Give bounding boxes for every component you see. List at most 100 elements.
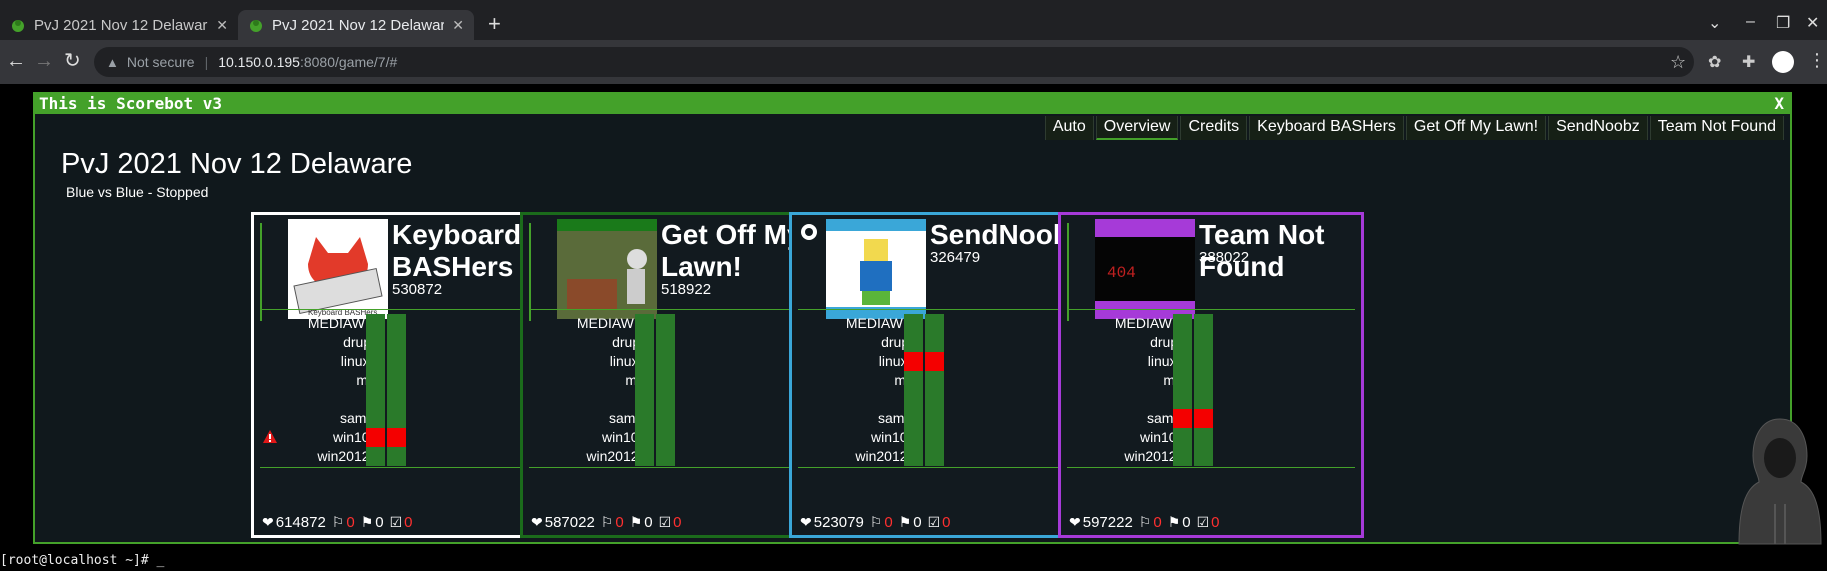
tab-search-icon[interactable]: ⌄: [1708, 13, 1721, 33]
team-stats-footer: ❤ 587022 ⚐ 0 ⚑ 0 ☑ 0: [529, 514, 682, 531]
service-status-indicator: [1194, 447, 1213, 466]
nav-tab-auto[interactable]: Auto: [1044, 116, 1094, 140]
team-accent-bar: [1067, 223, 1069, 321]
service-row-win2012r2[interactable]: win2012r2: [792, 445, 1092, 467]
minimize-icon[interactable]: –: [1746, 13, 1755, 31]
service-row-win2012r2[interactable]: win2012r2: [254, 445, 554, 467]
team-card-sendnoobz[interactable]: SendNoobz326479MEDIAWIKIdrupallinux-1mai…: [789, 212, 1095, 538]
ticket-check-icon: ☑: [927, 514, 941, 530]
checkered-flag-icon: ⚑: [629, 514, 643, 530]
team-divider: [798, 467, 1086, 468]
team-card-team-not-found[interactable]: 404 Team Not Found 388022 MEDIAWIKI drupal li…: [1058, 212, 1364, 538]
team-score: 326479: [930, 249, 981, 266]
nav-tab-overview[interactable]: Overview: [1095, 116, 1179, 140]
checkered-flag-icon: ⚑: [898, 514, 912, 530]
tickets: 0: [942, 514, 951, 531]
team-health: 597222: [1082, 514, 1133, 531]
browser-tab-active[interactable]: PvJ 2021 Nov 12 Delaware ✕: [238, 10, 474, 40]
close-window-icon[interactable]: ✕: [1806, 13, 1819, 33]
browser-tab-strip: PvJ 2021 Nov 12 Delaware ✕ PvJ 2021 Nov …: [0, 0, 1827, 40]
address-path: :8080/game/7/#: [299, 54, 398, 70]
scorebot-header: This is Scorebot v3 X: [35, 94, 1790, 114]
service-status-indicator: [925, 447, 944, 466]
service-status-indicator: [387, 447, 406, 466]
nav-tab-credits[interactable]: Credits: [1180, 116, 1248, 140]
restore-icon[interactable]: ❐: [1776, 13, 1790, 33]
team-health: 587022: [544, 514, 595, 531]
team-health: 523079: [813, 514, 864, 531]
team-score: 518922: [661, 281, 712, 298]
tickets: 0: [673, 514, 682, 531]
team-stats-footer: ❤ 614872 ⚐ 0 ⚑ 0 ☑ 0: [260, 514, 413, 531]
address-bar[interactable]: ▲ Not secure | 10.150.0.195 :8080/game/7…: [94, 47, 1694, 77]
tickets: 0: [404, 514, 413, 531]
scorebot-favicon-icon: [250, 20, 262, 32]
team-score: 388022: [1199, 249, 1250, 266]
flags-captured: 0: [644, 514, 653, 531]
flag-icon: ⚐: [869, 514, 883, 530]
flags-lost: 0: [884, 514, 893, 531]
team-card-get-off-my-lawn[interactable]: Get Off My Lawn! 518922 MEDIAWIKI drupal lin…: [520, 212, 826, 538]
nav-tab-team-not-found[interactable]: Team Not Found: [1649, 116, 1784, 140]
service-status-indicator: [656, 447, 675, 466]
browser-tab[interactable]: PvJ 2021 Nov 12 Delaware ✕: [0, 10, 238, 40]
ticket-check-icon: ☑: [389, 514, 403, 530]
tab-close-icon[interactable]: ✕: [216, 17, 228, 34]
gear-badge-icon: [801, 224, 817, 240]
tab-title: PvJ 2021 Nov 12 Delaware: [272, 16, 445, 34]
service-row-win2012r2[interactable]: win2012r2: [1061, 445, 1361, 467]
profile-avatar[interactable]: [1772, 51, 1794, 73]
new-tab-button[interactable]: +: [488, 13, 501, 35]
service-name: win2012r2: [855, 448, 920, 464]
flag-icon: ⚐: [331, 514, 345, 530]
nav-tab-keyboard-bashers[interactable]: Keyboard BASHers: [1249, 116, 1404, 140]
terminal-prompt: [root@localhost ~]# _: [0, 550, 1827, 571]
team-card-keyboard-bashers[interactable]: Keyboard BASHers Keyboard BASHers 530872 ME…: [251, 212, 557, 538]
address-host: 10.150.0.195: [218, 54, 300, 70]
extension-icon[interactable]: ✿: [1708, 52, 1721, 72]
nav-tab-get-off-my-lawn[interactable]: Get Off My Lawn!: [1405, 116, 1547, 140]
service-name: win2012r2: [317, 448, 382, 464]
team-divider: [529, 467, 817, 468]
service-name: win2012r2: [1124, 448, 1189, 464]
service-status-indicator: [635, 447, 654, 466]
team-logo-image: 404: [1095, 219, 1195, 319]
address-separator: |: [204, 54, 209, 70]
heart-health-icon: ❤: [262, 514, 274, 530]
page-content: This is Scorebot v3 X Auto Overview Credit…: [0, 84, 1827, 550]
scorebot-panel: This is Scorebot v3 X Auto Overview Credit…: [33, 92, 1822, 545]
menu-icon[interactable]: ⋮: [1808, 50, 1826, 71]
forward-icon[interactable]: →: [34, 51, 54, 71]
game-title: PvJ 2021 Nov 12 Delaware: [61, 148, 413, 180]
heart-health-icon: ❤: [800, 514, 812, 530]
flags-captured: 0: [375, 514, 384, 531]
team-stats-footer: ❤ 523079 ⚐ 0 ⚑ 0 ☑ 0: [798, 514, 951, 531]
puzzle-icon[interactable]: ✚: [1742, 52, 1755, 72]
team-logo-image: [826, 219, 926, 319]
checkered-flag-icon: ⚑: [360, 514, 374, 530]
heart-health-icon: ❤: [1069, 514, 1081, 530]
heart-health-icon: ❤: [531, 514, 543, 530]
team-divider: [1067, 467, 1355, 468]
scorebot-header-title: This is Scorebot v3: [39, 94, 223, 113]
checkered-flag-icon: ⚑: [1167, 514, 1181, 530]
tab-title: PvJ 2021 Nov 12 Delaware: [34, 16, 209, 34]
team-divider: [260, 309, 548, 310]
tab-close-icon[interactable]: ✕: [452, 17, 464, 34]
reload-icon[interactable]: ↻: [64, 51, 81, 71]
service-row-win2012r2[interactable]: win2012r2: [523, 445, 823, 467]
scorebot-close-button[interactable]: X: [1774, 94, 1784, 114]
warning-icon: ▲: [106, 54, 119, 70]
back-icon[interactable]: ←: [6, 51, 26, 71]
flag-icon: ⚐: [600, 514, 614, 530]
flag-icon: ⚐: [1138, 514, 1152, 530]
service-status-indicator: [904, 447, 923, 466]
team-health: 614872: [275, 514, 326, 531]
team-accent-bar: [260, 223, 262, 321]
bookmark-star-icon[interactable]: ☆: [1670, 52, 1686, 73]
scorebot-nav: Auto Overview Credits Keyboard BASHers Get O…: [1043, 116, 1784, 140]
security-label: Not secure: [126, 54, 195, 70]
team-accent-bar: [529, 223, 531, 321]
pros-vs-joes-mascot-logo: [1738, 418, 1822, 545]
nav-tab-sendnoobz[interactable]: SendNoobz: [1548, 116, 1648, 140]
